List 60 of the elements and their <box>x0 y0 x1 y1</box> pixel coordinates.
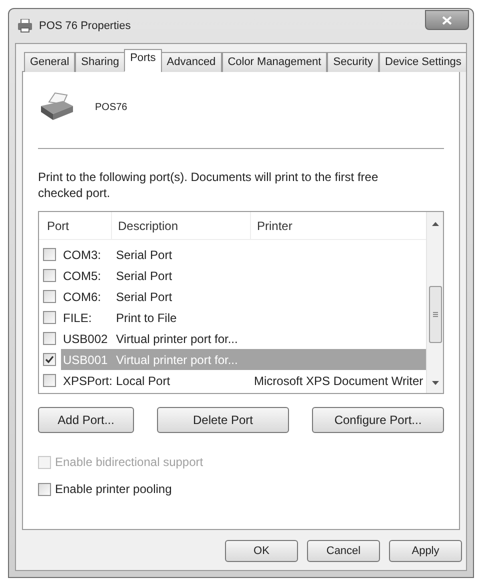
column-header[interactable]: Printer <box>251 212 426 239</box>
checkbox[interactable] <box>43 332 56 345</box>
port-action-button[interactable]: Add Port... <box>38 407 134 433</box>
port-row[interactable]: USB002 Virtual printer port for... <box>61 328 426 349</box>
grip-icon <box>432 312 438 317</box>
scroll-up-icon[interactable] <box>432 222 438 226</box>
tab[interactable]: Ports <box>124 49 162 72</box>
port-action-button[interactable]: Delete Port <box>157 407 289 433</box>
port-cell-text: USB001 <box>62 352 109 368</box>
checkbox-label: Enable bidirectional support <box>55 454 204 471</box>
scrollbar[interactable] <box>426 212 443 393</box>
instructions-text: Print to the following port(s). Documents will print to the first free checked port. <box>38 169 380 201</box>
checkbox[interactable] <box>43 248 56 261</box>
tab[interactable]: Advanced <box>160 52 222 72</box>
description-cell-text: Local Port <box>116 372 172 390</box>
port-row[interactable]: COM5: Serial Port <box>61 265 426 286</box>
checkbox[interactable] <box>38 482 51 496</box>
port-row[interactable]: XPSPort: Local Port Microsoft XPS Document Writer <box>61 370 426 391</box>
description-cell-text: Print to File <box>116 310 178 326</box>
checkmark-icon <box>45 355 54 364</box>
checkbox[interactable] <box>43 269 56 282</box>
description-cell-text: Serial Port <box>116 288 174 306</box>
column-header[interactable]: Description <box>112 212 251 239</box>
dialog-button[interactable]: Apply <box>389 540 462 562</box>
tab[interactable]: Sharing <box>75 52 126 72</box>
checkbox[interactable] <box>43 311 56 324</box>
port-action-button[interactable]: Configure Port... <box>312 407 444 433</box>
dialog-button[interactable]: Cancel <box>307 540 380 562</box>
description-cell-text: Serial Port <box>116 268 174 284</box>
port-row[interactable]: COM6: Serial Port <box>61 286 426 307</box>
window-title: POS 76 Properties <box>39 18 131 34</box>
port-cell-text: USB002 <box>62 330 109 348</box>
column-header[interactable]: Port <box>39 212 112 239</box>
checkbox[interactable] <box>43 290 56 303</box>
close-button[interactable] <box>425 10 469 30</box>
printer-icon <box>17 19 33 33</box>
description-cell-text: Virtual printer port for... <box>116 352 239 368</box>
printer-cell-text: Microsoft XPS Document Writer <box>254 372 424 390</box>
scroll-thumb[interactable] <box>428 286 442 343</box>
port-cell-text: COM5: <box>62 268 102 284</box>
close-icon <box>442 16 452 24</box>
checkbox[interactable] <box>43 374 56 387</box>
checkbox[interactable] <box>43 353 56 366</box>
tab[interactable]: Device Settings <box>379 52 468 72</box>
port-cell-text: COM3: <box>62 246 102 264</box>
tab[interactable]: Color Management <box>222 52 328 72</box>
port-row[interactable]: FILE: Print to File <box>61 307 426 328</box>
description-cell-text: Serial Port <box>116 246 174 264</box>
tab[interactable]: General <box>24 52 76 72</box>
port-cell-text: COM6: <box>62 288 102 306</box>
printer-name: POS76 <box>95 100 128 114</box>
description-cell-text: Virtual printer port for... <box>116 330 239 348</box>
port-cell-text: FILE: <box>62 310 93 326</box>
dialog-button[interactable]: OK <box>225 540 298 562</box>
printer-icon <box>39 92 75 122</box>
port-cell-text: XPSPort: <box>62 372 114 390</box>
port-row[interactable]: COM3: Serial Port <box>61 244 426 265</box>
tab[interactable]: Security <box>327 52 379 72</box>
scroll-down-icon[interactable] <box>432 381 438 385</box>
checkbox-label: Enable printer pooling <box>55 481 172 498</box>
